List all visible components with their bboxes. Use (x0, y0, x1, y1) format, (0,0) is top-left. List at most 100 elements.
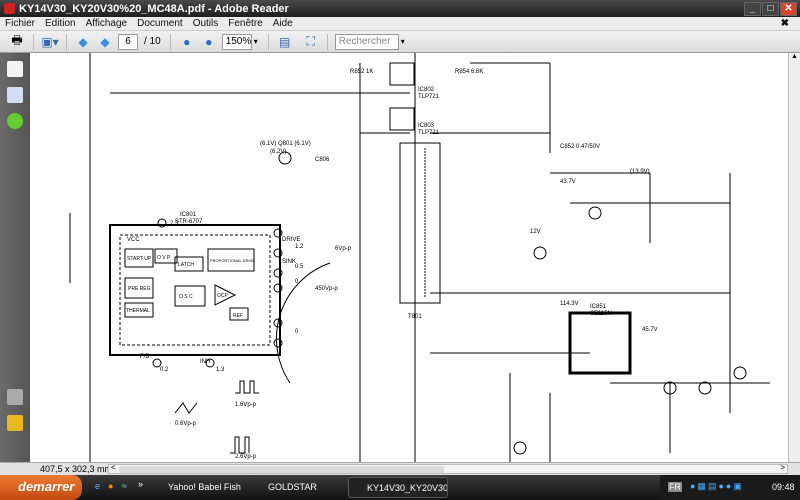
previous-page-icon[interactable]: ◆ (74, 33, 92, 51)
document-view[interactable]: VCC START UP O V P LATCH PROPORTIONAL DR… (30, 53, 788, 462)
navigation-panel (0, 53, 30, 462)
drive-pin-label: DRIVE (282, 237, 300, 243)
quicklaunch-more[interactable]: » (138, 479, 143, 489)
ic802-label: IC802 (418, 87, 435, 93)
transistor (733, 366, 747, 380)
clock: 09:48 (772, 482, 795, 492)
pin4-voltage: 0.5 (295, 264, 304, 270)
start-label: demarrer (18, 479, 75, 494)
ie-icon[interactable]: e (95, 481, 100, 491)
horizontal-scrollbar[interactable]: < > (108, 463, 788, 474)
waveform-label: 450Vp-p (315, 286, 338, 292)
comments-icon[interactable] (7, 415, 23, 431)
voltage-label: 12V (530, 229, 541, 235)
task-goldstar[interactable]: GOLDSTAR (250, 477, 342, 498)
firefox-icon[interactable]: ● (108, 481, 113, 491)
latch-label: LATCH (178, 262, 194, 268)
task-adobe-reader[interactable]: KY14V30_KY20V30%... (348, 477, 448, 498)
bookmarks-icon[interactable] (7, 87, 23, 103)
task-label: KY14V30_KY20V30%... (367, 483, 448, 493)
drive-label: PROPORTIONAL DRIVE (210, 258, 255, 263)
pin9-voltage: 2.3 (170, 221, 179, 227)
page-number-input[interactable]: 6 (118, 33, 138, 50)
language-indicator[interactable]: FR (668, 482, 682, 492)
transistor (533, 246, 547, 260)
transistor (588, 206, 602, 220)
tray-icons[interactable]: ●▦▤●●▣ (690, 481, 744, 492)
close-document-button[interactable]: ✖ (776, 18, 794, 29)
search-dropdown-icon[interactable]: ▾ (401, 37, 405, 46)
wire (430, 62, 770, 462)
menu-edition[interactable]: Edition (40, 18, 81, 29)
zoom-out-icon[interactable]: ● (178, 33, 196, 51)
zoom-in-icon[interactable]: ● (200, 33, 218, 51)
voltage-label: (13.9V) (630, 169, 650, 175)
c806-label: C806 (315, 157, 330, 163)
waveform (174, 402, 198, 414)
task-label: GOLDSTAR (268, 482, 317, 492)
fit-page-icon[interactable]: ▤ (276, 33, 294, 51)
inh-pin-label: INH (200, 359, 210, 365)
ic803-label: IC803 (418, 123, 435, 129)
system-tray: FR ●▦▤●●▣ 09:48 (660, 475, 800, 500)
pin7-voltage: 0.2 (160, 367, 169, 373)
ic851-box (568, 311, 632, 375)
scroll-up-icon[interactable]: ▲ (789, 53, 800, 63)
menu-aide[interactable]: Aide (268, 18, 298, 29)
next-page-icon[interactable]: ◆ (96, 33, 114, 51)
page-total: / 10 (144, 36, 161, 47)
pages-icon[interactable] (7, 61, 23, 77)
pre-reg-label: PRE REG (128, 286, 151, 292)
vertical-scrollbar[interactable]: ▲ (788, 53, 800, 462)
osc-label: O S C (179, 294, 193, 300)
pin8-voltage: 1.3 (216, 367, 225, 373)
zoom-dropdown-icon[interactable]: ▾ (254, 37, 258, 46)
fit-width-icon[interactable]: ⛶ (302, 33, 320, 51)
title-bar: KY14V30_KY20V30%20_MC48A.pdf - Adobe Rea… (0, 0, 800, 17)
toolbar: 🖶 ▣▾ ◆ ◆ 6 / 10 ● ● 150% ▾ ▤ ⛶ Recherche… (0, 31, 800, 53)
menu-affichage[interactable]: Affichage (81, 18, 133, 29)
menu-fenetre[interactable]: Fenêtre (223, 18, 267, 29)
waveform-label: 6Vp-p (335, 246, 352, 252)
zoom-level-input[interactable]: 150% (221, 33, 252, 50)
print-icon[interactable]: 🖶 (8, 33, 26, 51)
ic851-part: SE115N (590, 311, 612, 317)
transformer-core (414, 148, 426, 298)
sink-pin-label: SINK (282, 259, 296, 265)
ic803-part: TLP721 (418, 130, 440, 136)
voltage-label: 114.3V (560, 301, 579, 307)
page-size-label: 407,5 x 302,3 mm (40, 464, 113, 474)
c852-label: C852 0.47/50V (560, 144, 600, 150)
q801-label: (6.1V) Q801 (6.1V) (260, 141, 311, 147)
maximize-button[interactable]: □ (762, 2, 779, 16)
separator (267, 33, 269, 50)
close-button[interactable]: ✕ (780, 2, 797, 16)
scroll-right-icon[interactable]: > (780, 463, 785, 472)
attachments-icon[interactable] (7, 389, 23, 405)
menu-outils[interactable]: Outils (188, 18, 224, 29)
menu-bar: Fichier Edition Affichage Document Outil… (0, 17, 800, 31)
menu-fichier[interactable]: Fichier (0, 18, 40, 29)
start-button[interactable]: demarrer (0, 475, 82, 500)
t801-label: T801 (408, 314, 422, 320)
menu-document[interactable]: Document (132, 18, 188, 29)
help-icon[interactable] (7, 113, 23, 129)
schematic-drawing: VCC START UP O V P LATCH PROPORTIONAL DR… (69, 53, 770, 462)
minimize-button[interactable]: _ (744, 2, 761, 16)
separator (169, 33, 171, 50)
scrollbar-thumb[interactable] (119, 466, 444, 473)
r854-label: R854 6.8K (455, 69, 483, 75)
vcc-label: VCC (127, 237, 140, 243)
ic801-label: IC801 (180, 212, 197, 218)
transistor (513, 441, 527, 455)
separator (33, 33, 34, 50)
collaborate-icon[interactable]: ▣▾ (41, 33, 59, 51)
task-yahoo-babel-fish[interactable]: Yahoo! Babel Fish - T... (150, 477, 242, 498)
quicklaunch-icon[interactable]: ≈ (122, 481, 127, 491)
ovp-label: O V P (157, 255, 171, 261)
scroll-left-icon[interactable]: < (111, 463, 116, 472)
search-input[interactable]: Rechercher (334, 33, 399, 50)
voltage-label: 45.7V (642, 327, 658, 333)
waveform-label: 2.6Vp-p (235, 454, 257, 460)
voltage-label: 43.7V (560, 179, 576, 185)
